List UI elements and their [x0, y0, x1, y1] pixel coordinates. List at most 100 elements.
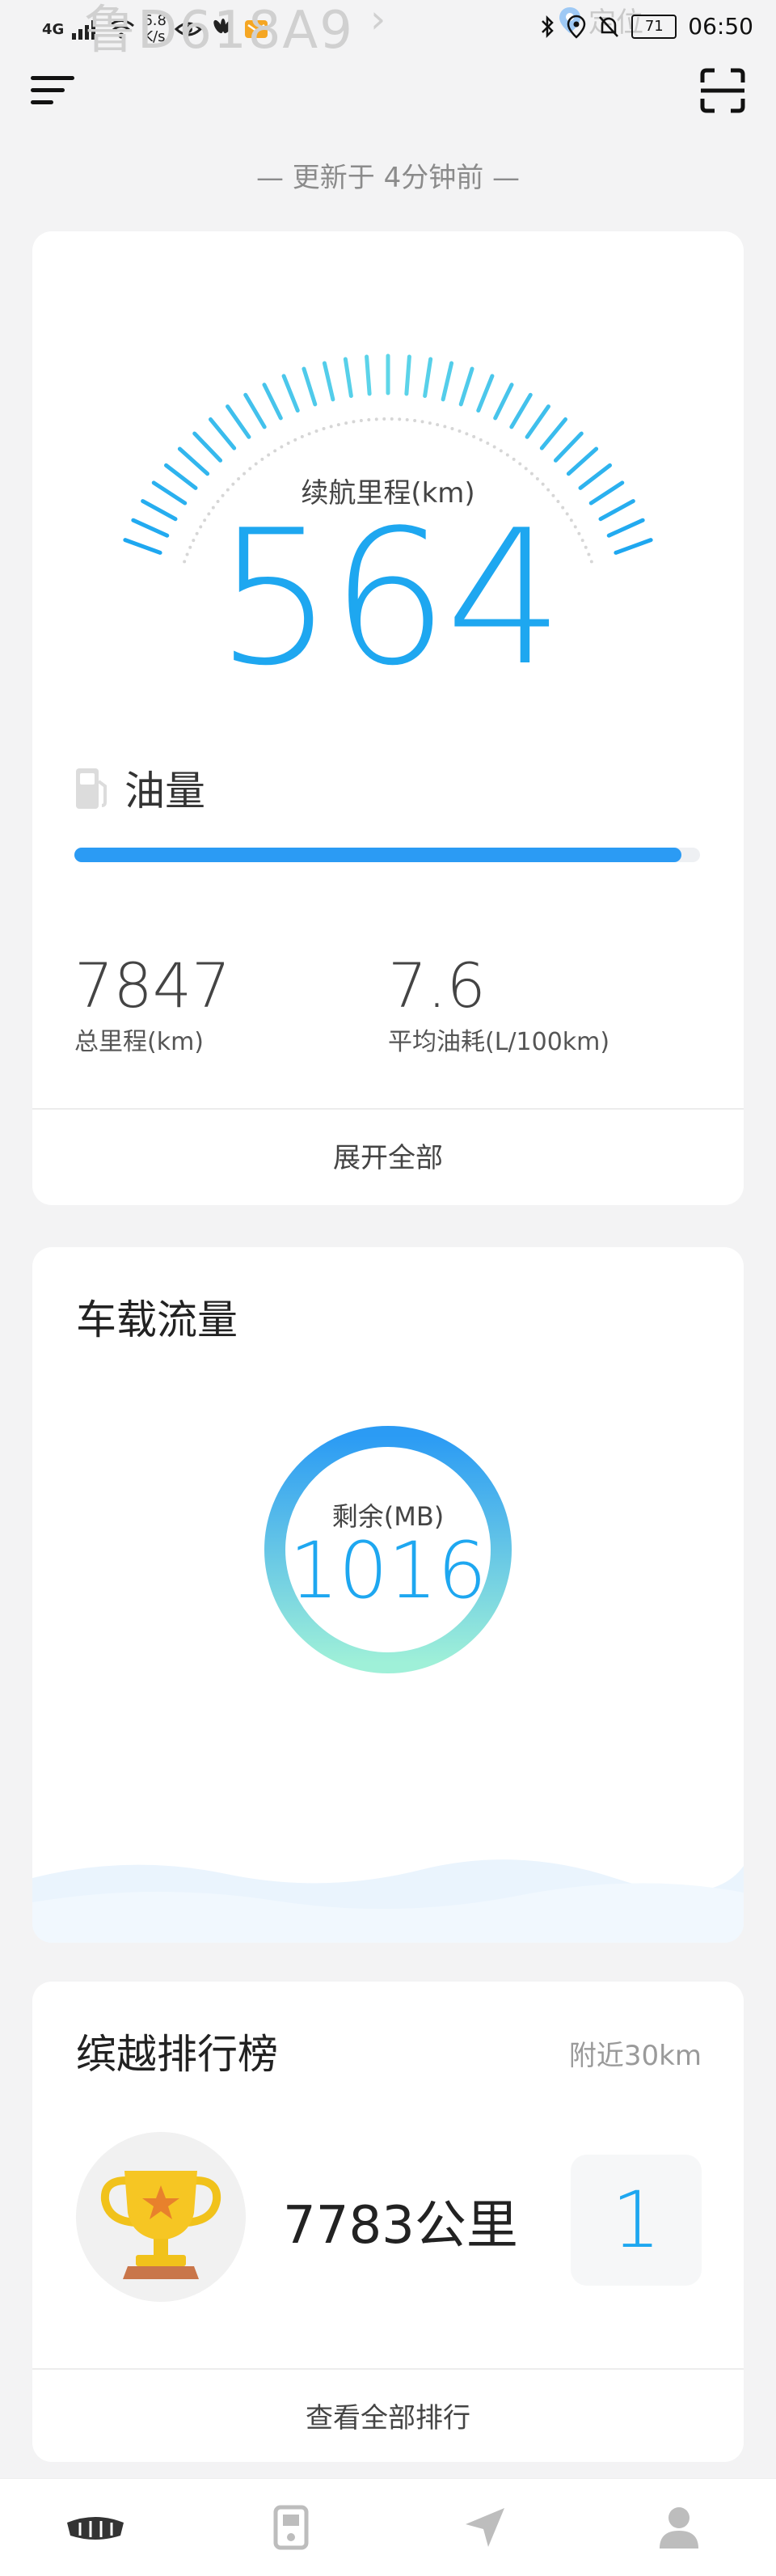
remaining-value: 1016	[289, 1525, 487, 1616]
total-mileage-stat: 7847 总里程(km)	[74, 950, 230, 1057]
gauge-dot	[524, 467, 528, 471]
gauge-dot	[359, 419, 363, 423]
data-usage-card: 车载流量 剩余(MB) 1016	[32, 1247, 744, 1943]
nav-device[interactable]	[259, 2502, 323, 2553]
avg-fuel-value: 7.6	[388, 950, 486, 1022]
view-all-ranking-button[interactable]: 查看全部排行	[32, 2396, 744, 2435]
gauge-dot	[443, 425, 447, 429]
location-icon	[567, 15, 586, 39]
total-mileage-value: 7847	[74, 950, 231, 1022]
gauge-dot	[450, 427, 454, 431]
license-plate[interactable]: 鲁D618A9	[84, 0, 354, 63]
network-label: 4G	[42, 20, 65, 38]
gauge-tick	[476, 374, 495, 413]
car-icon	[67, 2517, 124, 2540]
leaderboard-scope[interactable]: 附近30km	[569, 2033, 702, 2073]
status-right: 71 06:50	[539, 13, 753, 40]
wave-decoration	[32, 1859, 744, 1943]
trophy-icon	[100, 2171, 221, 2279]
gauge-dot	[307, 432, 311, 436]
range-card: 续航里程(km) 564 油量 7847 总里程(km) 7.6 平均油耗(L/…	[32, 231, 744, 1205]
gauge-tick	[553, 431, 584, 463]
gauge-dot	[472, 434, 476, 438]
profile-icon	[660, 2507, 698, 2549]
gauge-dot	[512, 457, 516, 461]
leaderboard-rank: 1	[571, 2155, 702, 2286]
gauge-dot	[248, 467, 252, 471]
leaderboard-distance: 7783公里	[283, 2196, 518, 2256]
gauge-tick	[539, 417, 568, 450]
clock: 06:50	[688, 13, 753, 40]
scan-button[interactable]	[700, 68, 745, 113]
gauge-dot	[280, 445, 284, 449]
gauge-dot	[518, 462, 522, 466]
gauge-dot	[300, 434, 304, 438]
gauge-dot	[344, 421, 348, 425]
gauge-dot	[382, 417, 386, 421]
gauge-dot	[499, 449, 503, 453]
last-updated: — 更新于 4分钟前 —	[255, 162, 521, 194]
gauge-dot	[352, 420, 356, 424]
gauge-dot	[273, 449, 277, 453]
gauge-tick	[192, 431, 223, 463]
gauge-dot	[479, 438, 483, 442]
gauge-tick	[441, 361, 454, 402]
battery-level: 71	[644, 17, 664, 35]
gauge-tick	[243, 392, 267, 429]
leaderboard-rank-value: 1	[611, 2175, 661, 2265]
chevron-right-icon[interactable]: ›	[370, 0, 386, 42]
menu-icon	[31, 76, 74, 104]
gauge-dot	[428, 421, 432, 425]
data-usage-title: 车载流量	[76, 1296, 238, 1343]
gauge-tick	[493, 383, 514, 421]
status-bar: 4G 6.8 K/s 鲁D618A9 › 定位 71 06:50	[0, 0, 776, 65]
trophy-badge	[76, 2132, 246, 2302]
gauge-tick	[226, 404, 251, 439]
gauge-dot	[260, 457, 264, 461]
gauge-dot	[413, 419, 417, 423]
gauge-dot	[458, 429, 462, 434]
gauge-dot	[486, 442, 490, 446]
gauge-tick	[525, 404, 550, 439]
gauge-tick	[365, 354, 372, 396]
nav-navigation[interactable]	[453, 2502, 517, 2553]
gauge-dot	[420, 420, 424, 424]
leaderboard-title: 缤越排行榜	[76, 2031, 278, 2078]
device-icon	[273, 2505, 309, 2550]
gauge-dot	[398, 417, 402, 421]
gauge-dot	[505, 453, 509, 457]
gauge-tick	[302, 366, 318, 407]
gauge-dot	[436, 423, 440, 427]
avg-fuel-label: 平均油耗(L/100km)	[388, 1028, 610, 1056]
gauge-dot	[329, 425, 333, 429]
nav-profile[interactable]	[647, 2502, 711, 2553]
gauge-dot	[267, 453, 271, 457]
gauge-dot	[367, 418, 371, 422]
avg-fuel-stat: 7.6 平均油耗(L/100km)	[388, 950, 609, 1057]
leaderboard-card[interactable]: 缤越排行榜 附近30km 7783公里 1 查看全部排行	[32, 1982, 744, 2462]
gauge-dot	[390, 417, 394, 421]
gauge-tick	[322, 361, 335, 402]
gauge-dot	[286, 442, 290, 446]
gauge-dot	[405, 418, 409, 422]
gauge-tick	[509, 392, 533, 429]
gauge-dot	[374, 417, 378, 421]
gauge-dot	[314, 429, 318, 434]
total-mileage-label: 总里程(km)	[74, 1028, 205, 1056]
nav-car[interactable]	[63, 2502, 128, 2553]
expand-all-button[interactable]: 展开全部	[32, 1136, 744, 1175]
fuel-level-fill	[74, 848, 681, 862]
range-value: 564	[215, 491, 564, 707]
menu-button[interactable]	[31, 71, 76, 110]
gauge-dot	[293, 438, 297, 442]
gauge-tick	[262, 383, 283, 421]
navigation-icon	[466, 2508, 504, 2547]
mute-bell-icon	[599, 15, 619, 37]
fuel-label: 油量	[124, 768, 205, 814]
bluetooth-icon	[542, 15, 555, 38]
divider	[32, 1108, 744, 1110]
battery-indicator: 71	[631, 14, 677, 39]
gauge-dot	[336, 423, 340, 427]
scan-icon	[700, 68, 745, 113]
gauge-tick	[343, 357, 353, 398]
